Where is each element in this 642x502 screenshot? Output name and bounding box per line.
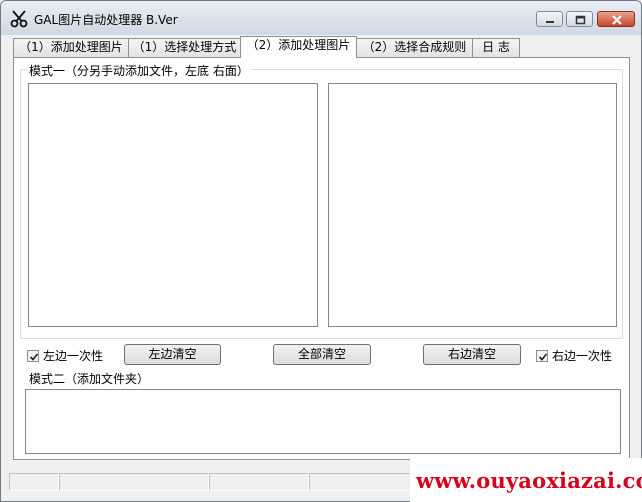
maximize-button[interactable]	[566, 11, 593, 27]
tab-panel: 模式一（分另手动添加文件，左底 右面） 左边一次性 左边清空 全部清空 右边清空…	[13, 57, 630, 460]
window-title: GAL图片自动处理器 B.Ver	[34, 13, 178, 27]
clear-all-button[interactable]: 全部清空	[273, 344, 371, 365]
scissors-icon	[10, 10, 28, 28]
status-cell	[9, 473, 59, 491]
title-bar[interactable]: GAL图片自动处理器 B.Ver	[1, 1, 641, 35]
tab-add-images-2[interactable]: （2）添加处理图片	[240, 36, 357, 58]
clear-right-button[interactable]: 右边清空	[423, 344, 521, 365]
left-once-label: 左边一次性	[43, 349, 104, 363]
close-button[interactable]	[597, 11, 635, 27]
tab-add-images-1[interactable]: （1）添加处理图片	[13, 38, 129, 57]
checkbox-box[interactable]	[27, 349, 39, 362]
tab-label: （2）添加处理图片	[246, 38, 351, 52]
right-once-checkbox[interactable]: 右边一次性	[536, 347, 612, 364]
checkbox-box[interactable]	[536, 349, 548, 362]
status-cell	[309, 473, 411, 491]
left-once-checkbox[interactable]: 左边一次性	[27, 347, 103, 364]
folder-list[interactable]	[25, 389, 621, 454]
right-once-label: 右边一次性	[552, 349, 613, 363]
tab-compose-rules[interactable]: （2）选择合成规则	[356, 38, 473, 57]
tab-label: （1）选择处理方式	[132, 40, 237, 54]
clear-left-button[interactable]: 左边清空	[124, 344, 221, 365]
checkmark-icon	[29, 352, 39, 361]
tab-label: （2）选择合成规则	[362, 40, 467, 54]
app-window: GAL图片自动处理器 B.Ver （1）添加处理图片 （1）选择处理方式 （2）…	[0, 0, 642, 502]
checkmark-icon	[538, 352, 548, 361]
right-image-list[interactable]	[328, 83, 617, 327]
left-image-list[interactable]	[28, 83, 318, 327]
watermark-text: www.ouyaoxiazai.com	[416, 468, 642, 493]
tab-label: 日 志	[482, 40, 510, 54]
status-cell	[209, 473, 309, 491]
tab-label: （1）添加处理图片	[19, 40, 123, 54]
mode1-label: 模式一（分另手动添加文件，左底 右面）	[27, 62, 251, 79]
tab-log[interactable]: 日 志	[472, 38, 520, 57]
mode2-label: 模式二（添加文件夹）	[27, 370, 152, 387]
minimize-button[interactable]	[536, 11, 563, 27]
watermark: www.ouyaoxiazai.com	[410, 458, 642, 502]
status-cell	[59, 473, 209, 491]
tab-select-method[interactable]: （1）选择处理方式	[128, 38, 241, 57]
